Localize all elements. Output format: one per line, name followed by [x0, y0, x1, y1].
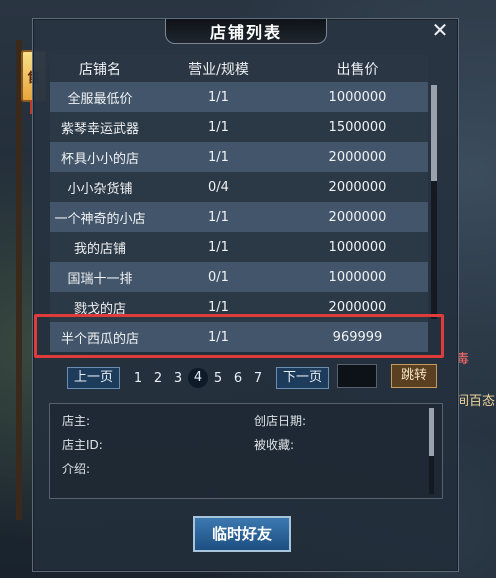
- favorited-label: 被收藏:: [254, 438, 295, 452]
- owner-label: 店主:: [62, 414, 91, 428]
- table-row[interactable]: 我的店铺 1/1 1000000: [50, 232, 428, 262]
- price-cell: 2000000: [328, 149, 387, 165]
- page-6-link[interactable]: 6: [228, 371, 248, 386]
- page-2-link[interactable]: 2: [148, 371, 168, 386]
- price-cell: 1500000: [328, 119, 387, 135]
- title-bar: 店铺列表 ✕: [33, 19, 458, 45]
- lantern-pole: [16, 40, 22, 520]
- next-page-button[interactable]: 下一页: [276, 367, 330, 389]
- info-scroll-thumb[interactable]: [429, 408, 434, 456]
- temp-friend-button[interactable]: 临时好友: [193, 516, 291, 552]
- status-scale-cell: 1/1: [208, 149, 229, 165]
- shop-name-cell: 我的店铺: [73, 241, 126, 257]
- open-date-label: 创店日期:: [254, 414, 307, 428]
- shop-name-cell: 国瑞十一排: [67, 271, 133, 287]
- table-row[interactable]: 杯具小小的店 1/1 2000000: [50, 142, 428, 172]
- status-scale-cell: 1/1: [208, 209, 229, 225]
- owner-id-label: 店主ID:: [62, 438, 103, 452]
- price-cell: 2000000: [328, 299, 387, 315]
- page-4-link[interactable]: 4: [188, 368, 209, 388]
- page-3-link[interactable]: 3: [168, 371, 188, 386]
- shop-name-cell: 杯具小小的店: [60, 151, 139, 167]
- status-scale-cell: 0/1: [208, 269, 229, 285]
- shop-list-panel: 店铺列表 ✕ 店铺名 营业/规模 出售价 全服最低价 1/1 1000000 紫琴幸运…: [32, 18, 459, 572]
- intro-label: 介绍:: [62, 462, 91, 476]
- status-scale-cell: 0/4: [208, 179, 229, 195]
- scene-text-world: 间百态: [456, 394, 496, 409]
- table-row[interactable]: 一个神奇的小店 1/1 2000000: [50, 202, 428, 232]
- close-icon[interactable]: ✕: [430, 20, 450, 40]
- header-shop-name: 店铺名: [79, 61, 121, 78]
- status-scale-cell: 1/1: [208, 239, 229, 255]
- price-cell: 1000000: [328, 269, 387, 285]
- status-scale-cell: 1/1: [208, 119, 229, 135]
- highlighted-row-box: [34, 314, 444, 358]
- shop-name-cell: 一个神奇的小店: [54, 211, 146, 227]
- status-scale-cell: 1/1: [208, 89, 229, 105]
- shop-info-box: 店主: 创店日期: 店主ID: 被收藏: 介绍:: [49, 403, 443, 499]
- header-price: 出售价: [336, 61, 379, 78]
- pagination: 上一页 1 2 3 4 5 6 7 下一页: [67, 367, 330, 389]
- shop-name-cell: 小小杂货铺: [67, 181, 133, 197]
- shop-name-cell: 全服最低价: [67, 91, 133, 107]
- info-scrollbar[interactable]: [429, 408, 434, 494]
- table-scroll-thumb[interactable]: [431, 85, 437, 181]
- table-row[interactable]: 国瑞十一排 0/1 1000000: [50, 262, 428, 292]
- page-1-link[interactable]: 1: [128, 371, 148, 386]
- scene-text-poison: 毒: [456, 352, 470, 367]
- status-scale-cell: 1/1: [208, 299, 229, 315]
- table-row[interactable]: 紫琴幸运武器 1/1 1500000: [50, 112, 428, 142]
- page-5-link[interactable]: 5: [208, 371, 228, 386]
- shop-name-cell: 紫琴幸运武器: [60, 121, 139, 137]
- header-status-scale: 营业/规模: [188, 61, 249, 78]
- jump-button[interactable]: 跳转: [391, 364, 437, 388]
- table-row[interactable]: 全服最低价 1/1 1000000: [50, 82, 428, 112]
- page-7-link[interactable]: 7: [248, 371, 268, 386]
- window-title: 店铺列表: [165, 19, 327, 44]
- table-header: 店铺名 营业/规模 出售价: [50, 55, 428, 82]
- price-cell: 1000000: [328, 239, 387, 255]
- prev-page-button[interactable]: 上一页: [67, 367, 121, 389]
- price-cell: 1000000: [328, 89, 387, 105]
- table-row[interactable]: 小小杂货铺 0/4 2000000: [50, 172, 428, 202]
- shop-table: 店铺名 营业/规模 出售价 全服最低价 1/1 1000000 紫琴幸运武器 1/1 15…: [50, 55, 428, 352]
- price-cell: 2000000: [328, 209, 387, 225]
- page-number-input[interactable]: [337, 364, 377, 388]
- price-cell: 2000000: [328, 179, 387, 195]
- table-scrollbar[interactable]: [431, 85, 437, 319]
